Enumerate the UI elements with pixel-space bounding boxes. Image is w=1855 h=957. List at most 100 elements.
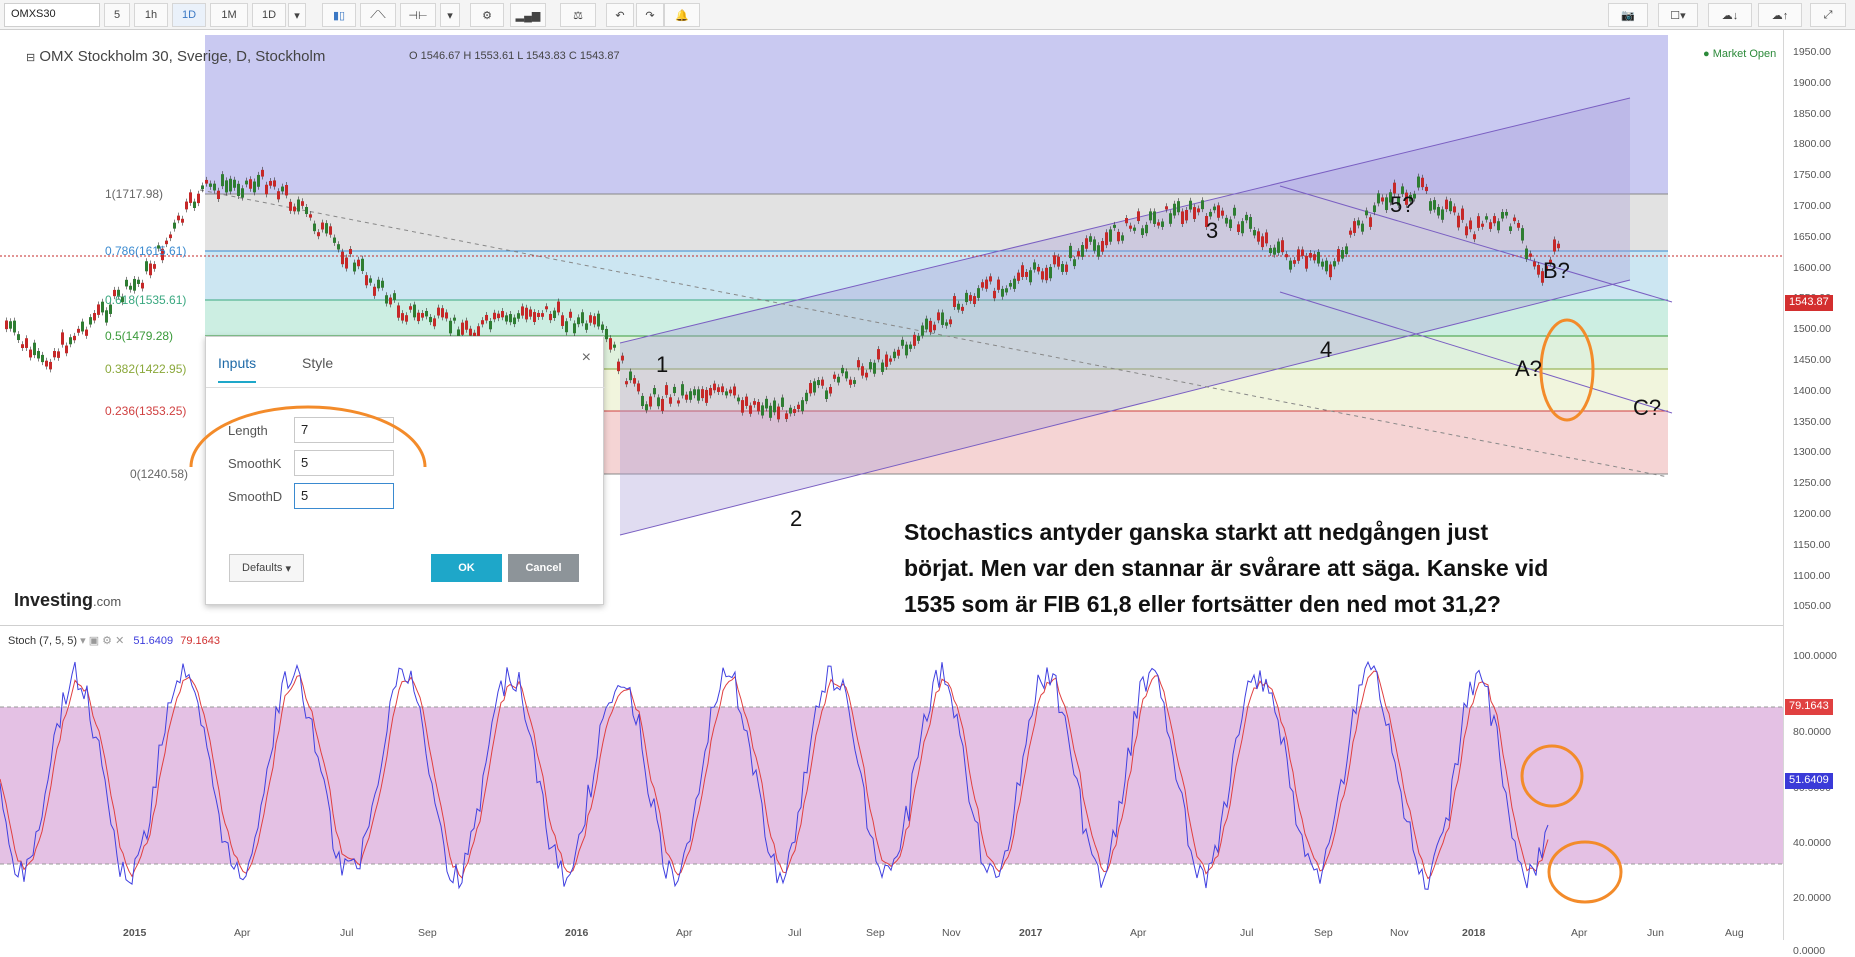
candle xyxy=(849,379,852,385)
cancel-button[interactable]: Cancel xyxy=(508,554,579,582)
chart-style-button[interactable]: ▮▯ xyxy=(322,3,356,27)
interval-custom[interactable]: 1D xyxy=(252,3,286,27)
interval-1d[interactable]: 1D xyxy=(172,3,206,27)
candle xyxy=(689,391,692,400)
interval-1m[interactable]: 1M xyxy=(210,3,248,27)
candle xyxy=(885,354,888,367)
candle xyxy=(657,397,660,407)
interval-5[interactable]: 5 xyxy=(104,3,130,27)
drawing-tools-button[interactable]: ⊣⊢ xyxy=(400,3,436,27)
candle xyxy=(1225,217,1228,224)
candle xyxy=(317,232,320,237)
chart-title: ⊟ OMX Stockholm 30, Sverige, D, Stockhol… xyxy=(26,48,326,65)
candle xyxy=(1141,228,1144,235)
snapshot-button[interactable]: 📷 xyxy=(1608,3,1648,27)
line-chart-icon: ⟋⟍ xyxy=(370,8,386,21)
candle xyxy=(57,351,60,358)
drawing-dropdown[interactable]: ▾ xyxy=(440,3,460,27)
fullscreen-button[interactable]: ⤢ xyxy=(1810,3,1846,27)
candle xyxy=(1101,241,1104,252)
template-button[interactable]: ☐▾ xyxy=(1658,3,1698,27)
candle xyxy=(597,313,600,327)
interval-dropdown[interactable]: ▾ xyxy=(288,3,306,27)
candle xyxy=(573,323,576,334)
candle xyxy=(1113,224,1116,228)
candle xyxy=(1229,219,1232,229)
time-tick: Apr xyxy=(676,927,693,939)
interval-1h[interactable]: 1h xyxy=(134,3,168,27)
candle xyxy=(273,180,276,187)
fib-label-618: 0.618(1535.61) xyxy=(105,293,187,307)
stoch-legend: Stoch (7, 5, 5) ▾ ▣ ⚙ ✕ 51.6409 79.1643 xyxy=(8,635,220,647)
candle xyxy=(585,323,588,330)
candle xyxy=(301,201,304,206)
candle xyxy=(801,400,804,412)
symbol-input[interactable]: OMXS30 xyxy=(4,3,100,27)
candle xyxy=(213,183,216,191)
defaults-button[interactable]: Defaults ▾ xyxy=(229,554,304,582)
candle xyxy=(1133,227,1136,231)
candle xyxy=(537,312,540,317)
save-chart-button[interactable]: ☁↑ xyxy=(1758,3,1802,27)
smoothd-input[interactable]: 5 xyxy=(294,483,394,509)
stoch-band xyxy=(0,707,1783,864)
candle xyxy=(485,314,488,321)
candle xyxy=(977,288,980,298)
candle xyxy=(325,223,328,234)
time-tick: Jul xyxy=(340,927,354,939)
candle xyxy=(1257,231,1260,242)
indicators-button[interactable]: ▂▄▆ xyxy=(510,3,546,27)
candle xyxy=(557,301,560,313)
candle xyxy=(913,334,916,346)
candle xyxy=(153,264,156,269)
wave-label-a: A? xyxy=(1515,356,1542,381)
compare-button[interactable]: ⚖ xyxy=(560,3,596,27)
line-chart-button[interactable]: ⟋⟍ xyxy=(360,3,396,27)
candle xyxy=(1049,266,1052,279)
candle xyxy=(729,389,732,394)
candle xyxy=(177,215,180,221)
candle xyxy=(1469,220,1472,230)
price-tick: 1750.00 xyxy=(1793,169,1831,182)
candle xyxy=(1537,265,1540,275)
candle xyxy=(1373,205,1376,213)
fib-label-786: 0.786(1615.61) xyxy=(105,244,187,258)
candle xyxy=(269,180,272,186)
candle xyxy=(549,313,552,321)
candle xyxy=(1277,241,1280,253)
alert-button[interactable]: 🔔 xyxy=(664,3,700,27)
candle xyxy=(9,321,12,329)
candle xyxy=(41,354,44,363)
candle xyxy=(677,400,680,404)
candle xyxy=(629,371,632,381)
candle xyxy=(1185,209,1188,221)
price-tick: 1850.00 xyxy=(1793,107,1831,120)
stochastic-chart[interactable] xyxy=(0,626,1783,924)
candle xyxy=(253,181,256,193)
candle xyxy=(829,386,832,394)
close-icon[interactable]: × xyxy=(582,349,591,367)
candle xyxy=(1181,211,1184,225)
load-chart-button[interactable]: ☁↓ xyxy=(1708,3,1752,27)
candle xyxy=(1357,220,1360,226)
candle xyxy=(129,285,132,290)
candle xyxy=(1085,238,1088,249)
candle xyxy=(1557,243,1560,249)
candle xyxy=(853,380,856,384)
settings-button[interactable]: ⚙ xyxy=(470,3,504,27)
redo-button[interactable]: ↷ xyxy=(636,3,664,27)
stoch-settings-icon[interactable]: ▾ ▣ ⚙ ✕ xyxy=(80,635,124,647)
candle xyxy=(749,405,752,414)
candle xyxy=(1241,221,1244,234)
candle xyxy=(101,301,104,313)
candle xyxy=(1429,201,1432,211)
collapse-icon[interactable]: ⊟ xyxy=(26,52,35,64)
settings-icon: ⚙ xyxy=(482,9,492,22)
candle xyxy=(305,207,308,215)
candle xyxy=(381,280,384,288)
undo-button[interactable]: ↶ xyxy=(606,3,634,27)
candle xyxy=(1453,206,1456,213)
ok-button[interactable]: OK xyxy=(431,554,502,582)
candle xyxy=(621,355,624,361)
candle xyxy=(1417,176,1420,188)
